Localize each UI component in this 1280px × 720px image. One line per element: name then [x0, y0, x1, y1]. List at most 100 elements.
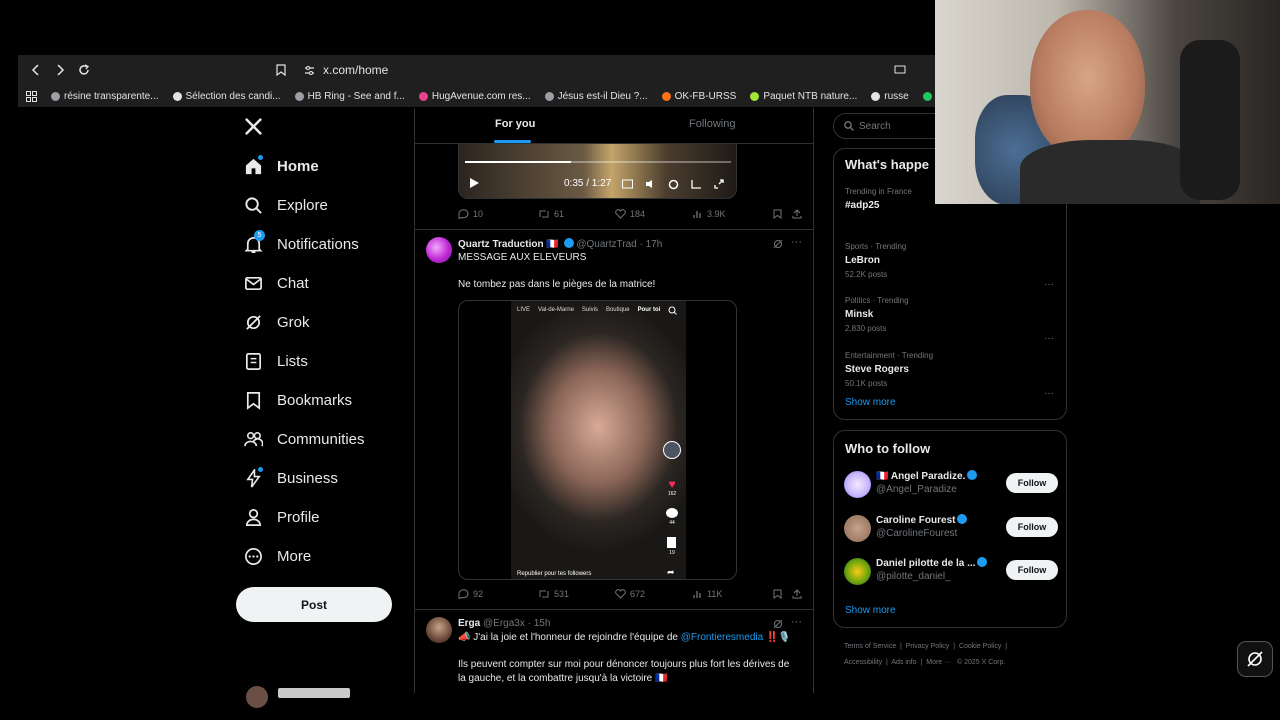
nav-item-more[interactable]: More: [244, 541, 311, 571]
back-icon[interactable]: [26, 60, 46, 80]
repost-button[interactable]: 531: [538, 589, 615, 599]
bookmark-icon[interactable]: [773, 589, 782, 599]
author-name[interactable]: Quartz Traduction 🇫🇷: [458, 239, 559, 250]
bookmark-item[interactable]: Jésus est-il Dieu ?...: [544, 91, 648, 102]
footer-link[interactable]: Terms of Service: [844, 643, 896, 650]
cast-icon[interactable]: [894, 65, 906, 75]
follow-button[interactable]: Follow: [1006, 473, 1058, 493]
avatar[interactable]: [844, 471, 871, 498]
footer-link[interactable]: Ads info: [891, 659, 916, 666]
nav-item-bookmarks[interactable]: Bookmarks: [244, 385, 352, 415]
bookmark-item[interactable]: OK-FB-URSS: [661, 91, 736, 102]
bookmark-item[interactable]: Sélection des candi...: [172, 91, 281, 102]
suggestion-name[interactable]: 🇫🇷 Angel Paradize.: [876, 470, 978, 482]
url-text[interactable]: x.com/home: [323, 63, 388, 77]
suggestion-name[interactable]: Daniel pilotte de la ...: [876, 557, 988, 569]
author-handle[interactable]: @Erga3x: [483, 618, 525, 629]
trend-more-icon[interactable]: ···: [1044, 333, 1054, 344]
pip-icon[interactable]: [691, 179, 702, 190]
reply-button[interactable]: 92: [458, 589, 538, 599]
site-info-icon[interactable]: [304, 65, 315, 76]
nav-item-lists[interactable]: Lists: [244, 346, 308, 376]
repost-button[interactable]: 61: [538, 209, 615, 219]
bookmark-item[interactable]: HugAvenue.com res...: [418, 91, 531, 102]
captions-icon[interactable]: [622, 179, 633, 190]
share-icon[interactable]: [792, 589, 802, 599]
favicon-icon: [294, 91, 304, 101]
trend-item[interactable]: Politics · Trending Minsk 2,830 posts: [845, 296, 909, 333]
share-icon[interactable]: [792, 209, 802, 219]
post-button[interactable]: Post: [236, 587, 392, 622]
author-handle[interactable]: @QuartzTrad: [576, 239, 636, 250]
trend-item[interactable]: Sports · Trending LeBron 52.2K posts: [845, 242, 906, 279]
show-more-link[interactable]: Show more: [845, 397, 896, 408]
more-options-icon[interactable]: ···: [791, 236, 802, 248]
suggestion-handle[interactable]: @Angel_Paradize: [876, 484, 957, 495]
nav-label: Profile: [277, 508, 320, 526]
bookmark-item[interactable]: russe: [871, 91, 909, 102]
footer-link[interactable]: Accessibility: [844, 659, 882, 666]
follow-button[interactable]: Follow: [1006, 560, 1058, 580]
more-options-icon[interactable]: ···: [791, 616, 802, 628]
x-logo[interactable]: [244, 117, 263, 136]
like-button[interactable]: 672: [615, 589, 693, 599]
grok-icon[interactable]: [773, 239, 783, 249]
reload-icon[interactable]: [74, 60, 94, 80]
video-player-2[interactable]: LIVE Val-de-Marne Suivis Boutique Pour toi ♥…: [458, 300, 737, 580]
bookmark-item[interactable]: résine transparente...: [51, 91, 159, 102]
trend-item[interactable]: Entertainment · Trending Steve Rogers 50.1…: [845, 351, 933, 388]
volume-icon[interactable]: [645, 179, 656, 190]
tweet-time[interactable]: · 15h: [528, 618, 551, 629]
reply-button[interactable]: 10: [458, 209, 538, 219]
apps-grid-icon[interactable]: [26, 90, 37, 102]
footer-link[interactable]: More ···: [926, 659, 951, 666]
trend-more-icon[interactable]: ···: [1044, 388, 1054, 399]
settings-icon[interactable]: [668, 179, 679, 190]
fullscreen-icon[interactable]: [714, 179, 724, 190]
suggestion-handle[interactable]: @CarolineFourest: [876, 528, 957, 539]
nav-item-notifications[interactable]: 5 Notifications: [244, 229, 359, 259]
video-progress-track[interactable]: [465, 161, 731, 163]
bookmark-star-icon[interactable]: [276, 64, 286, 76]
views-button[interactable]: 11K: [693, 589, 773, 599]
suggestion-name[interactable]: Caroline Fourest: [876, 513, 968, 526]
bookmark-icon[interactable]: [773, 209, 782, 219]
author-name[interactable]: Erga: [458, 618, 480, 629]
bookmark-item[interactable]: Paquet NTB nature...: [750, 91, 857, 102]
nav-item-communities[interactable]: Communities: [244, 424, 365, 454]
trend-item[interactable]: Trending in France #adp25: [845, 187, 912, 211]
bookmark-item[interactable]: HB Ring - See and f...: [294, 91, 405, 102]
views-button[interactable]: 3.9K: [693, 209, 773, 219]
avatar[interactable]: [844, 558, 871, 585]
like-button[interactable]: 184: [615, 209, 693, 219]
trend-more-icon[interactable]: ···: [1044, 279, 1054, 290]
nav-item-grok[interactable]: Grok: [244, 307, 310, 337]
grok-float-button[interactable]: [1237, 641, 1273, 677]
suggestion-handle[interactable]: @pilotte_daniel_: [876, 571, 951, 582]
tab-for-you[interactable]: For you: [495, 118, 535, 130]
nav-item-explore[interactable]: Explore: [244, 190, 328, 220]
tweet-time[interactable]: · 17h: [640, 239, 663, 250]
play-icon[interactable]: [469, 177, 480, 189]
account-name[interactable]: [278, 688, 350, 698]
address-bar[interactable]: x.com/home: [276, 59, 935, 81]
follow-button[interactable]: Follow: [1006, 516, 1058, 537]
video-player-1[interactable]: 0:35 / 1:27: [458, 144, 737, 199]
nav-item-chat[interactable]: Chat: [244, 268, 309, 298]
nav-item-home[interactable]: Home: [244, 151, 319, 181]
tab-following[interactable]: Following: [689, 118, 735, 130]
avatar[interactable]: [844, 514, 871, 542]
account-avatar[interactable]: [246, 686, 268, 708]
nav-item-business[interactable]: Business: [244, 463, 338, 493]
footer-link[interactable]: Privacy Policy: [906, 643, 950, 650]
bookmark-item[interactable]: info@yotoy.com: [922, 91, 935, 102]
grok-icon[interactable]: [773, 619, 783, 629]
active-tab-indicator: [494, 140, 531, 143]
forward-icon[interactable]: [50, 60, 70, 80]
avatar[interactable]: [426, 237, 452, 263]
mention-link[interactable]: @Frontieresmedia: [681, 632, 763, 643]
nav-item-profile[interactable]: Profile: [244, 502, 320, 532]
avatar[interactable]: [426, 617, 452, 643]
show-more-link[interactable]: Show more: [845, 605, 896, 616]
footer-link[interactable]: Cookie Policy: [959, 643, 1001, 650]
